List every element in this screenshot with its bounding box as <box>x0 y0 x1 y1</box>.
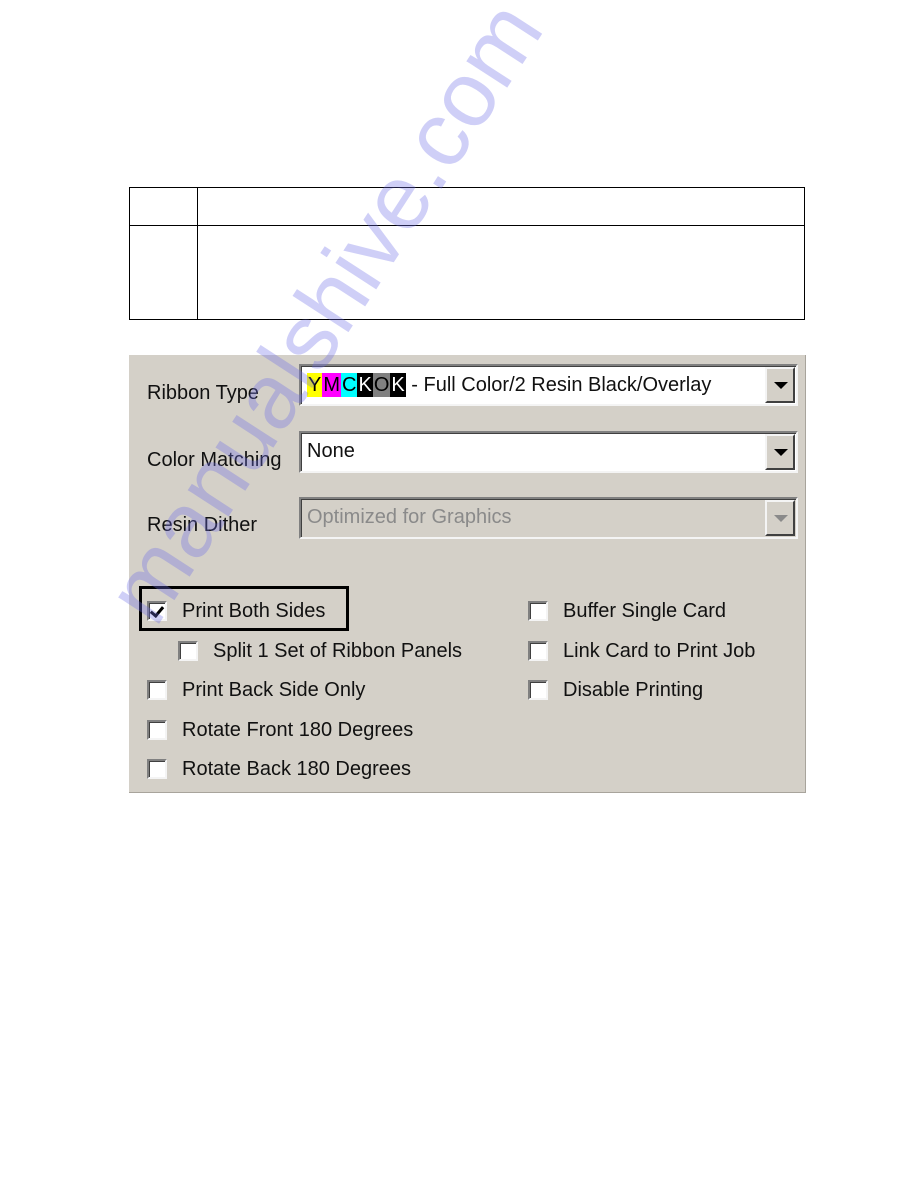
card-settings-panel: Ribbon Type YMCKOK - Full Color/2 Resin … <box>129 355 806 793</box>
ribbon-panel-chip: C <box>341 373 358 397</box>
ribbon-panel-chip: O <box>372 373 391 397</box>
resin-dither-dropdown: Optimized for Graphics <box>299 497 798 539</box>
ribbon-type-description: - Full Color/2 Resin Black/Overlay <box>405 374 712 396</box>
checkmark-icon <box>149 602 165 619</box>
checkbox-box[interactable] <box>147 759 167 779</box>
ribbon-panel-chips: YMCKOK <box>307 373 406 397</box>
checkbox-label: Print Back Side Only <box>182 678 366 701</box>
color-matching-dropdown-button[interactable] <box>765 434 795 470</box>
checkbox-box[interactable] <box>147 680 167 700</box>
checkbox-label: Buffer Single Card <box>563 599 727 622</box>
color-matching-label: Color Matching <box>147 449 282 471</box>
resin-dither-value: Optimized for Graphics <box>307 506 512 528</box>
rotate-back-checkbox[interactable]: Rotate Back 180 Degrees <box>147 756 411 782</box>
checkbox-label: Print Both Sides <box>182 599 326 622</box>
color-matching-value: None <box>307 440 355 462</box>
checkbox-box[interactable] <box>178 641 198 661</box>
checkbox-label: Disable Printing <box>563 678 704 701</box>
disable-printing-checkbox[interactable]: Disable Printing <box>528 677 703 703</box>
ribbon-panel-chip: Y <box>307 373 323 397</box>
ribbon-panel-chip: K <box>357 373 373 397</box>
color-matching-dropdown[interactable]: None <box>299 431 798 473</box>
checkbox-box[interactable] <box>528 641 548 661</box>
ribbon-type-dropdown[interactable]: YMCKOK - Full Color/2 Resin Black/Overla… <box>299 364 798 406</box>
ribbon-panel-chip: K <box>390 373 406 397</box>
empty-document-table <box>129 187 805 320</box>
resin-dither-label: Resin Dither <box>147 514 258 536</box>
table-column-divider <box>197 188 198 319</box>
ribbon-type-value: YMCKOK - Full Color/2 Resin Black/Overla… <box>307 373 711 397</box>
checkbox-label: Split 1 Set of Ribbon Panels <box>213 639 463 662</box>
chevron-down-icon <box>774 515 788 522</box>
print-both-sides-checkbox[interactable]: Print Both Sides <box>147 598 325 624</box>
buffer-single-card-checkbox[interactable]: Buffer Single Card <box>528 598 726 624</box>
checkbox-box[interactable] <box>147 720 167 740</box>
ribbon-type-dropdown-button[interactable] <box>765 367 795 403</box>
print-back-side-only-checkbox[interactable]: Print Back Side Only <box>147 677 365 703</box>
table-row-divider <box>130 225 804 226</box>
ribbon-type-label: Ribbon Type <box>147 382 259 404</box>
link-card-to-print-job-checkbox[interactable]: Link Card to Print Job <box>528 638 755 664</box>
chevron-down-icon <box>774 382 788 389</box>
split-ribbon-panels-checkbox[interactable]: Split 1 Set of Ribbon Panels <box>178 638 462 664</box>
checkbox-box[interactable] <box>147 601 167 621</box>
rotate-front-checkbox[interactable]: Rotate Front 180 Degrees <box>147 717 413 743</box>
checkbox-label: Link Card to Print Job <box>563 639 756 662</box>
checkbox-label: Rotate Front 180 Degrees <box>182 718 414 741</box>
ribbon-panel-chip: M <box>322 373 342 397</box>
checkbox-box[interactable] <box>528 680 548 700</box>
resin-dither-dropdown-button <box>765 500 795 536</box>
checkbox-box[interactable] <box>528 601 548 621</box>
chevron-down-icon <box>774 449 788 456</box>
checkbox-label: Rotate Back 180 Degrees <box>182 757 412 780</box>
